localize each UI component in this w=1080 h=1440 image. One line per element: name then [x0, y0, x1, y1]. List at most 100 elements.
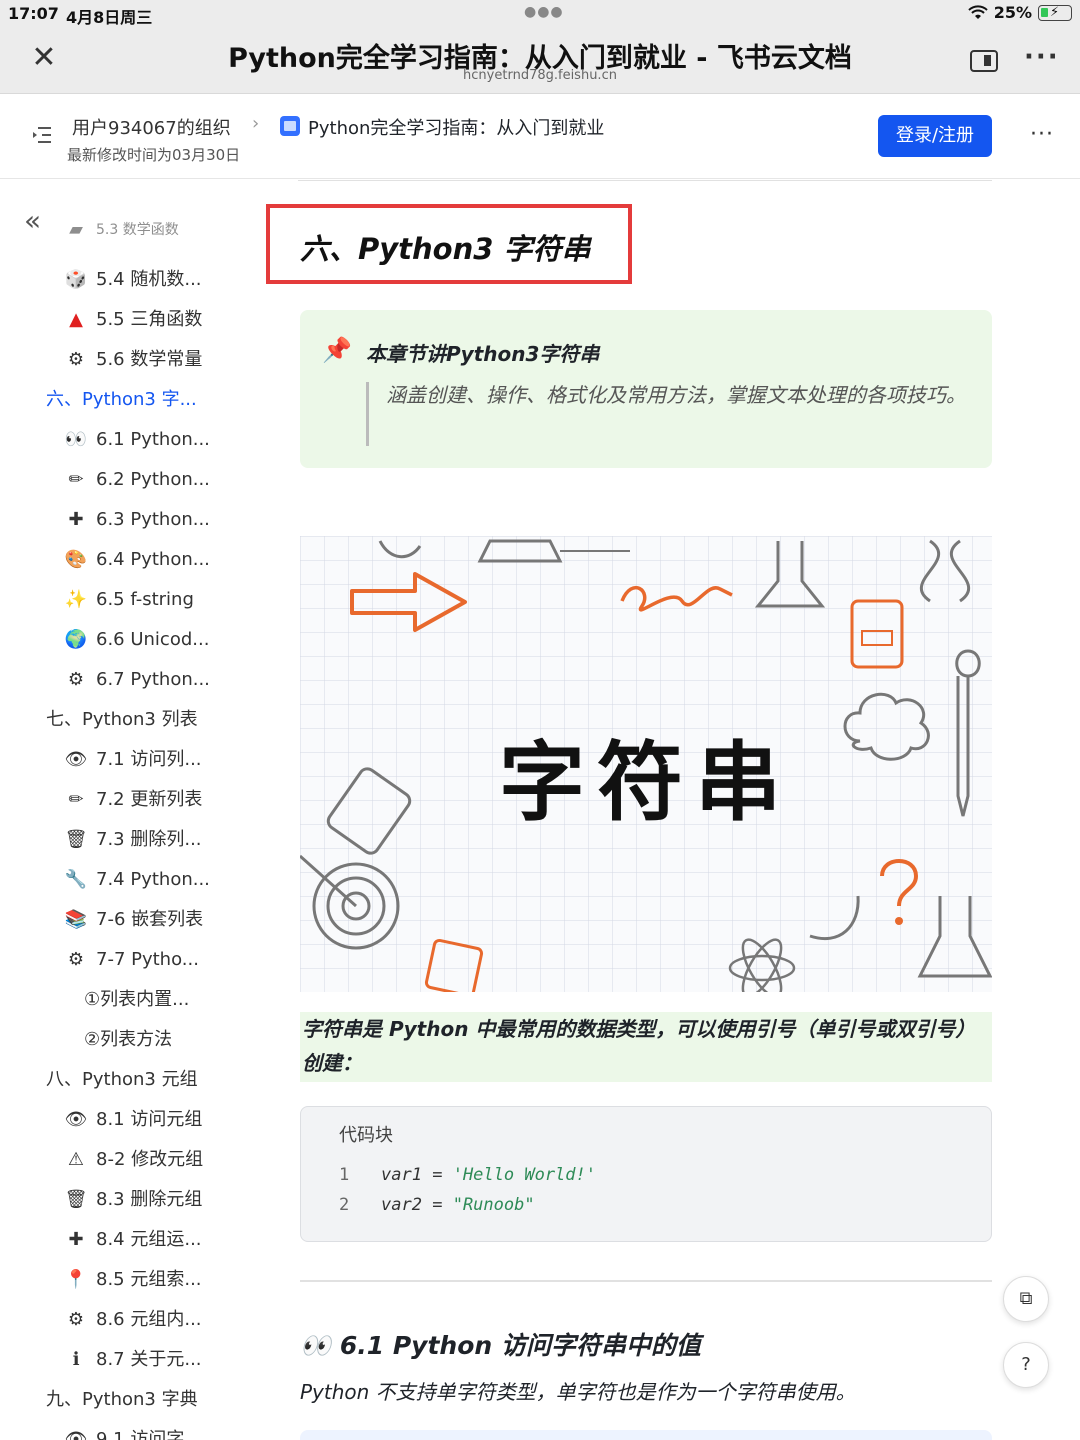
sidebar-item-icon: ⚠: [67, 1149, 85, 1170]
sidebar-item[interactable]: 📚 7-6 嵌套列表: [64, 900, 203, 940]
sidebar-item-label: 6.5 f-string: [96, 589, 194, 610]
sidebar-view-icon[interactable]: [970, 50, 998, 72]
sidebar-item[interactable]: ⚠ 8-2 修改元组: [64, 1140, 203, 1180]
sidebar-item-icon: 🔧: [64, 869, 88, 890]
sidebar-item[interactable]: ⚙ 7-7 Pytho...: [64, 940, 199, 980]
sidebar-item-icon: ✏: [68, 789, 84, 810]
sidebar-item-label: 7.4 Python...: [96, 869, 210, 890]
wifi-icon: [968, 4, 988, 19]
sidebar-item[interactable]: ②列表方法: [84, 1020, 172, 1060]
sidebar-item[interactable]: ⚙ 5.6 数学常量: [64, 340, 202, 380]
doc-header: 用户934067的组织 › Python完全学习指南：从入门到就业 最新修改时间…: [0, 94, 1080, 179]
sidebar-item[interactable]: ⚙ 6.7 Python...: [64, 660, 210, 700]
highlighted-paragraph: 字符串是 Python 中最常用的数据类型，可以使用引号（单引号或双引号）创建：: [300, 1012, 992, 1082]
sidebar-item-label: ①列表内置...: [84, 989, 190, 1010]
collapse-sidebar-icon[interactable]: «: [24, 204, 41, 237]
doc-more-icon[interactable]: ···: [1030, 122, 1054, 147]
divider: [298, 180, 992, 181]
sidebar-item[interactable]: 👁 7.1 访问列...: [64, 740, 202, 780]
login-button[interactable]: 登录/注册: [878, 115, 992, 157]
breadcrumb-org[interactable]: 用户934067的组织: [72, 114, 231, 140]
sidebar-item[interactable]: ✚ 8.4 元组运...: [64, 1220, 202, 1260]
sidebar-item-icon: ⚙: [67, 349, 85, 370]
sidebar-item-label: 8.4 元组运...: [96, 1229, 202, 1250]
breadcrumb-doc[interactable]: Python完全学习指南：从入门到就业: [308, 114, 604, 140]
sidebar-item-icon: ✨: [64, 589, 88, 610]
last-modified: 最新修改时间为03月30日: [67, 146, 241, 164]
sidebar-item-icon: ✏: [68, 469, 84, 490]
sidebar-item[interactable]: ✨ 6.5 f-string: [64, 580, 194, 620]
sidebar-item-label: 8.5 元组索...: [96, 1269, 202, 1290]
paragraph: Python 不支持单字符类型，单字符也是作为一个字符串使用。: [300, 1380, 856, 1404]
sidebar-item[interactable]: 八、Python3 元组: [46, 1060, 198, 1100]
sidebar-item[interactable]: ▲ 5.5 三角函数: [64, 300, 202, 340]
sidebar-item[interactable]: 六、Python3 字...: [46, 380, 197, 420]
sidebar-item-icon: 👁: [64, 1429, 88, 1440]
sidebar-item[interactable]: 👁 9.1 访问字...: [64, 1420, 202, 1440]
sidebar-item-label: 7.1 访问列...: [96, 749, 202, 770]
sidebar-item-label: 7.2 更新列表: [96, 789, 203, 810]
sidebar-item[interactable]: ①列表内置...: [84, 980, 189, 1020]
sidebar-item-icon: ⚙: [67, 669, 85, 690]
sidebar-item-label: 8.6 元组内...: [96, 1309, 202, 1330]
sidebar-item-label: 九、Python3 字典: [46, 1389, 198, 1410]
status-right: 25% ⚡: [968, 3, 1072, 22]
sidebar-item[interactable]: 九、Python3 字典: [46, 1380, 198, 1420]
sidebar-item[interactable]: 🗑 7.3 删除列...: [64, 820, 202, 860]
multitask-dots-icon[interactable]: ●●●: [524, 4, 564, 20]
browser-header: 17:07 4月8日周三 ●●● 25% ⚡ ✕ Python完全学习指南：从入…: [0, 0, 1080, 94]
comment-icon[interactable]: ⧉: [1003, 1276, 1049, 1322]
sidebar-item-icon: ✚: [68, 1229, 84, 1250]
sidebar-item[interactable]: ⚙ 8.6 元组内...: [64, 1300, 202, 1340]
sidebar-item[interactable]: 🗑 8.3 删除元组: [64, 1180, 203, 1220]
sidebar-item[interactable]: 🎨 6.4 Python...: [64, 540, 210, 580]
window-url: hcnyetrnd78g.feishu.cn: [463, 68, 617, 83]
sidebar-item-label: 七、Python3 列表: [46, 709, 198, 730]
chevron-right-icon: ›: [252, 113, 260, 134]
hero-image[interactable]: 字符串: [300, 536, 992, 992]
sidebar-item[interactable]: 👁 8.1 访问元组: [64, 1100, 203, 1140]
sidebar-item[interactable]: 🔧 7.4 Python...: [64, 860, 210, 900]
sidebar-item-icon: 🗑: [64, 829, 88, 850]
sidebar-item[interactable]: ✚ 6.3 Python...: [64, 500, 210, 540]
sidebar-item-label: 6.3 Python...: [96, 509, 210, 530]
sidebar-item[interactable]: ✏ 6.2 Python...: [64, 460, 210, 500]
sidebar-item[interactable]: ✏ 7.2 更新列表: [64, 780, 202, 820]
sidebar-item[interactable]: 👀 6.1 Python...: [64, 420, 210, 460]
divider: [300, 1280, 992, 1282]
sidebar-item-icon: 🌍: [64, 629, 88, 650]
sidebar-item[interactable]: 七、Python3 列表: [46, 700, 198, 740]
sidebar-item-icon: 👁: [64, 749, 88, 770]
pushpin-icon: 📌: [322, 336, 352, 364]
code-line: 2 var2 = "Runoob": [339, 1195, 535, 1215]
sidebar-item-label: 8.3 删除元组: [96, 1189, 203, 1210]
sidebar-item[interactable]: 📍 8.5 元组索...: [64, 1260, 202, 1300]
sidebar-item-icon: ⚙: [67, 949, 85, 970]
sidebar-item-label: 7-6 嵌套列表: [96, 909, 204, 930]
sidebar-item-label: 8-2 修改元组: [96, 1149, 204, 1170]
sidebar-item-label: 5.5 三角函数: [96, 309, 203, 330]
outline-sidebar: « ▰ 5.3 数学函数 🎲 5.4 随机数... ▲ 5.5 三角函数 ⚙ 5.6 数学常…: [0, 180, 262, 1440]
battery-percent: 25%: [993, 3, 1032, 22]
sidebar-item-cut: ▰ 5.3 数学函数: [69, 220, 179, 240]
sidebar-item-icon: 📍: [64, 1269, 88, 1290]
document-body: 六、Python3 字符串 📌 本章节讲Python3字符串 涵盖创建、操作、格…: [262, 180, 1080, 1440]
sidebar-item-icon: ℹ: [72, 1349, 80, 1370]
code-block[interactable]: 代码块 1 var1 = 'Hello World!' 2 var2 = "Runo…: [300, 1106, 992, 1242]
sidebar-item[interactable]: 🌍 6.6 Unicod...: [64, 620, 210, 660]
callout-title: 本章节讲Python3字符串: [366, 342, 600, 366]
more-options-icon[interactable]: ···: [1024, 42, 1060, 72]
sidebar-item-label: 六、Python3 字...: [46, 389, 197, 410]
sidebar-item-label: ②列表方法: [84, 1029, 173, 1050]
section-heading: 六、Python3 字符串: [300, 232, 591, 266]
outline-toggle-icon[interactable]: [32, 126, 52, 144]
sidebar-item-label: 6.2 Python...: [96, 469, 210, 490]
sidebar-item-icon: 📚: [64, 909, 88, 930]
next-block: [300, 1430, 992, 1440]
sidebar-item[interactable]: ℹ 8.7 关于元...: [64, 1340, 202, 1380]
callout-quote: 涵盖创建、操作、格式化及常用方法，掌握文本处理的各项技巧。: [386, 383, 966, 407]
sidebar-item[interactable]: 🎲 5.4 随机数...: [64, 260, 202, 300]
sidebar-item-label: 6.4 Python...: [96, 549, 210, 570]
sidebar-item-icon: 👁: [64, 1109, 88, 1130]
help-icon[interactable]: ?: [1003, 1342, 1049, 1388]
